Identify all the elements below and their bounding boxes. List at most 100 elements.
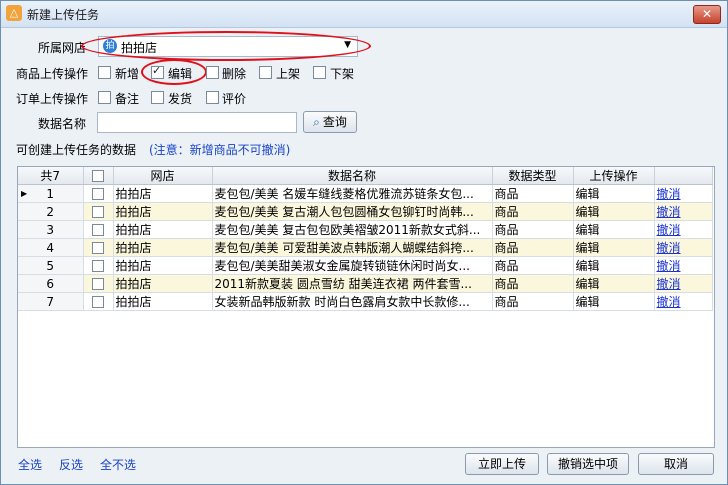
revoke-link[interactable]: 撤消 [657, 259, 681, 273]
row-data-type: 商品 [492, 202, 574, 221]
col-data-name: 数据名称 [212, 167, 493, 185]
row-revoke-cell: 撤消 [654, 292, 713, 311]
table-row[interactable]: 5 拍拍店 麦包包/美美甜美淑女金属旋转锁链休闲时尚女... 商品 编辑 撤消 [18, 256, 713, 275]
row-number: 4 [18, 238, 84, 257]
row-checkbox[interactable] [92, 242, 104, 254]
row-revoke-cell: 撤消 [654, 274, 713, 293]
table-row[interactable]: 4 拍拍店 麦包包/美美 可爱甜美波点韩版潮人蝴蝶结斜挎... 商品 编辑 撤消 [18, 238, 713, 257]
row-number: ▶ 1 [18, 184, 84, 203]
row-checkbox[interactable] [92, 188, 104, 200]
row-check-cell [83, 202, 114, 221]
row-number: 6 [18, 274, 84, 293]
query-button[interactable]: ⌕ 查询 [303, 111, 357, 133]
row-data-name: 麦包包/美美 可爱甜美波点韩版潮人蝴蝶结斜挎... [212, 238, 493, 257]
shop-label: 所属网店 [38, 41, 87, 55]
search-icon: ⌕ [313, 115, 320, 129]
checkbox-review-label: 评价 [222, 92, 247, 106]
revoke-link[interactable]: 撤消 [657, 187, 681, 201]
query-button-label: 查询 [322, 115, 347, 129]
row-shop: 拍拍店 [113, 256, 213, 275]
header-checkbox[interactable] [92, 170, 104, 182]
checkbox-add[interactable] [98, 66, 111, 79]
table-row[interactable]: ▶ 1 拍拍店 麦包包/美美 名媛车缝线菱格优雅流苏链条女包... 商品 编辑 撤… [18, 184, 713, 203]
row-checkbox[interactable] [92, 278, 104, 290]
checkbox-ship-label: 发货 [168, 92, 193, 106]
row-number: 2 [18, 202, 84, 221]
row-checkbox[interactable] [92, 260, 104, 272]
revoke-link[interactable]: 撤消 [657, 295, 681, 309]
col-action [654, 167, 713, 185]
select-all-link[interactable]: 全选 [18, 456, 42, 473]
checkbox-list-label: 上架 [276, 67, 301, 81]
checkbox-delete-label: 删除 [222, 67, 247, 81]
annotation-ellipse-shop [81, 31, 371, 61]
checkbox-list[interactable] [259, 66, 272, 79]
row-data-name: 女装新品韩版新款 时尚白色露肩女款中长款修... [212, 292, 493, 311]
data-name-input[interactable] [97, 112, 297, 133]
checkbox-remark[interactable] [98, 91, 111, 104]
row-shop: 拍拍店 [113, 220, 213, 239]
row-check-cell [83, 274, 114, 293]
select-none-link[interactable]: 全不选 [100, 456, 136, 473]
checkbox-remark-label: 备注 [115, 92, 140, 106]
row-checkbox[interactable] [92, 224, 104, 236]
checkbox-review[interactable] [206, 91, 219, 104]
checkbox-delete[interactable] [206, 66, 219, 79]
row-shop: 拍拍店 [113, 202, 213, 221]
row-upload-op: 编辑 [573, 274, 655, 293]
row-check-cell [83, 256, 114, 275]
cancel-button[interactable]: 取消 [638, 453, 714, 475]
count-header: 共7 [18, 167, 84, 185]
row-data-type: 商品 [492, 274, 574, 293]
row-upload-op: 编辑 [573, 202, 655, 221]
row-data-name: 麦包包/美美 复古包包欧美褶皱2011新款女式斜... [212, 220, 493, 239]
row-upload-op: 编辑 [573, 184, 655, 203]
title-bar: △ 新建上传任务 ✕ [1, 1, 727, 28]
row-data-name: 麦包包/美美 复古潮人包包圆桶女包铆钉时尚韩... [212, 202, 493, 221]
row-shop: 拍拍店 [113, 292, 213, 311]
table-row[interactable]: 2 拍拍店 麦包包/美美 复古潮人包包圆桶女包铆钉时尚韩... 商品 编辑 撤消 [18, 202, 713, 221]
col-data-type: 数据类型 [492, 167, 574, 185]
data-table: 共7 网店 数据名称 数据类型 上传操作 ▶ 1 拍拍店 麦包包/美美 名媛车缝线… [18, 167, 713, 311]
row-number: 5 [18, 256, 84, 275]
row-upload-op: 编辑 [573, 238, 655, 257]
row-number: 3 [18, 220, 84, 239]
checkbox-ship[interactable] [151, 91, 164, 104]
row-data-type: 商品 [492, 292, 574, 311]
row-data-name: 麦包包/美美 名媛车缝线菱格优雅流苏链条女包... [212, 184, 493, 203]
row-shop: 拍拍店 [113, 274, 213, 293]
upload-task-dialog: △ 新建上传任务 ✕ 所属网店 拍 拍拍店 ▼ 商品上传操作 新增 编辑 删除 … [0, 0, 728, 485]
row-revoke-cell: 撤消 [654, 184, 713, 203]
row-check-cell [83, 292, 114, 311]
row-checkbox[interactable] [92, 206, 104, 218]
list-header-note: (注意：新增商品不可撤消) [149, 143, 291, 157]
window-title: 新建上传任务 [27, 8, 100, 22]
row-upload-op: 编辑 [573, 220, 655, 239]
revoke-link[interactable]: 撤消 [657, 223, 681, 237]
row-checkbox[interactable] [92, 296, 104, 308]
table-row[interactable]: 6 拍拍店 2011新款夏装 圆点雪纺 甜美连衣裙 两件套雪... 商品 编辑 … [18, 274, 713, 293]
close-button[interactable]: ✕ [693, 5, 721, 24]
col-shop: 网店 [113, 167, 213, 185]
cancel-selected-button[interactable]: 撤销选中项 [547, 453, 629, 475]
revoke-link[interactable]: 撤消 [657, 277, 681, 291]
data-name-label: 数据名称 [38, 117, 87, 131]
row-data-name: 2011新款夏装 圆点雪纺 甜美连衣裙 两件套雪... [212, 274, 493, 293]
data-grid: 共7 网店 数据名称 数据类型 上传操作 ▶ 1 拍拍店 麦包包/美美 名媛车缝线… [17, 166, 715, 448]
table-row[interactable]: 7 拍拍店 女装新品韩版新款 时尚白色露肩女款中长款修... 商品 编辑 撤消 [18, 292, 713, 311]
table-row[interactable]: 3 拍拍店 麦包包/美美 复古包包欧美褶皱2011新款女式斜... 商品 编辑 … [18, 220, 713, 239]
row-shop: 拍拍店 [113, 238, 213, 257]
revoke-link[interactable]: 撤消 [657, 241, 681, 255]
checkbox-delist[interactable] [313, 66, 326, 79]
row-revoke-cell: 撤消 [654, 220, 713, 239]
app-icon: △ [6, 5, 22, 21]
row-revoke-cell: 撤消 [654, 238, 713, 257]
upload-now-button[interactable]: 立即上传 [465, 453, 539, 475]
revoke-link[interactable]: 撤消 [657, 205, 681, 219]
row-data-type: 商品 [492, 220, 574, 239]
row-revoke-cell: 撤消 [654, 202, 713, 221]
order-ops-label: 订单上传操作 [16, 92, 89, 106]
annotation-ellipse-edit [141, 59, 207, 85]
row-pointer-icon: ▶ [21, 189, 28, 198]
invert-selection-link[interactable]: 反选 [59, 456, 83, 473]
